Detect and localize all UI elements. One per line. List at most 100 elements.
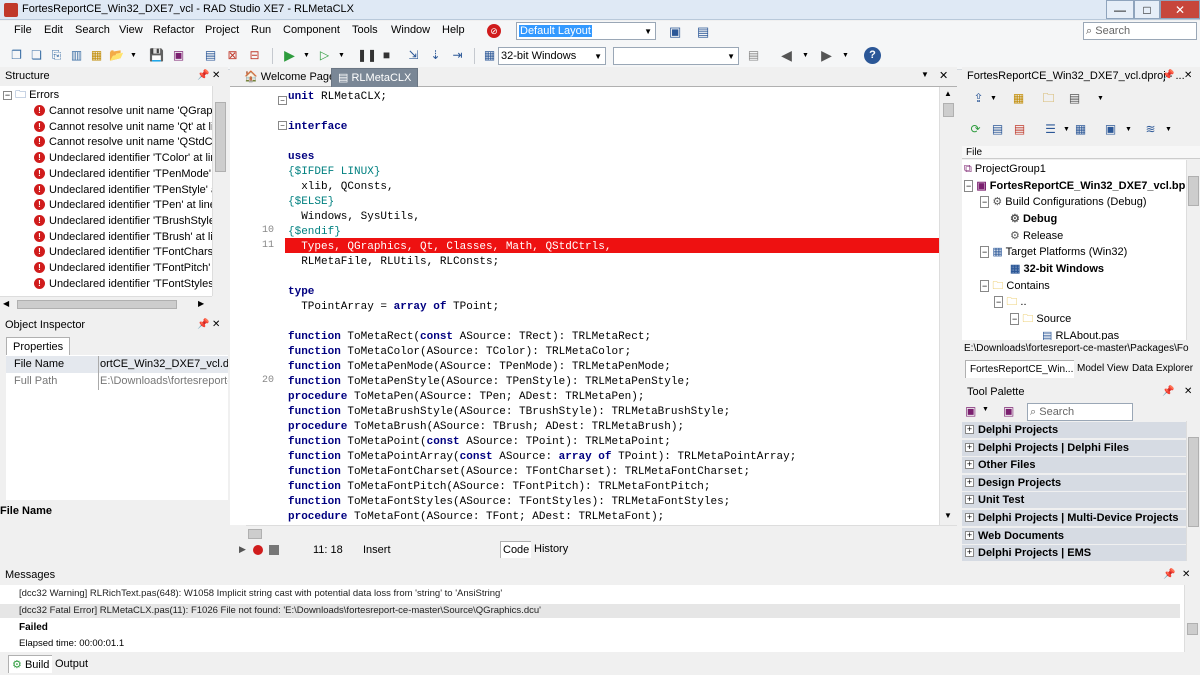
tab-model-view[interactable]: Model View xyxy=(1074,360,1132,378)
arrow-right-icon[interactable]: ▶ xyxy=(198,299,204,308)
tree-node-parent[interactable]: − 🗀 .. xyxy=(994,294,1027,310)
palette-search-input[interactable]: ⌕ Search xyxy=(1027,403,1133,421)
palette-group[interactable]: + Delphi Projects | Delphi Files xyxy=(962,439,1186,456)
arrow-left-icon[interactable]: ◀ xyxy=(3,299,9,308)
tree-node-debug[interactable]: ⚙ Debug xyxy=(1010,211,1057,227)
errors-node[interactable]: − 🗀 Errors xyxy=(3,87,59,103)
run-without-debug-icon[interactable]: ▷ xyxy=(316,47,333,64)
chevron-down-icon[interactable]: ▼ xyxy=(985,90,1002,107)
chevron-down-icon[interactable]: ▼ xyxy=(298,47,315,64)
fold-icon[interactable]: − xyxy=(278,121,287,130)
back-arrow-icon[interactable]: ◀ xyxy=(778,47,795,64)
add-icon[interactable]: ▦ xyxy=(1010,90,1027,107)
message-warning[interactable]: [dcc32 Warning] RLRichText.pas(648): W10… xyxy=(19,587,502,601)
view-icon[interactable]: ▤ xyxy=(1066,90,1083,107)
menu-run[interactable]: Run xyxy=(249,24,273,36)
tab-project[interactable]: FortesReportCE_Win... xyxy=(965,360,1079,378)
expand-icon[interactable]: + xyxy=(965,495,974,505)
menu-edit[interactable]: Edit xyxy=(42,24,65,36)
chevron-down-icon[interactable]: ▼ xyxy=(1092,90,1109,107)
layout-dropdown[interactable]: Default Layout ▼ xyxy=(516,22,656,40)
layout-settings-icon[interactable]: ▤ xyxy=(697,24,709,40)
message-elapsed[interactable]: Elapsed time: 00:00:01.1 xyxy=(19,637,124,651)
palette-group[interactable]: + Delphi Projects | Multi-Device Projects xyxy=(962,510,1186,526)
pin-icon[interactable]: 📌 xyxy=(1162,383,1174,401)
scrollbar-thumb[interactable] xyxy=(1187,623,1198,635)
scrollbar-thumb[interactable] xyxy=(17,300,177,309)
chevron-down-icon[interactable]: ▼ xyxy=(333,47,350,64)
scrollbar-thumb[interactable] xyxy=(943,103,954,117)
pin-icon[interactable]: 📌 xyxy=(197,67,209,85)
close-icon[interactable]: ✕ xyxy=(1184,383,1192,401)
scrollbar-thumb[interactable] xyxy=(215,102,226,172)
tab-output[interactable]: Output xyxy=(52,655,92,673)
menu-view[interactable]: View xyxy=(117,24,145,36)
palette-cursor-icon[interactable]: ▣ xyxy=(1003,404,1014,418)
tab-history[interactable]: History xyxy=(531,541,572,558)
menu-window[interactable]: Window xyxy=(389,24,432,36)
messages-scrollbar[interactable] xyxy=(1184,585,1200,652)
tree-node-contains[interactable]: − 🗀 Contains xyxy=(980,278,1050,294)
expand-icon[interactable]: + xyxy=(965,460,974,470)
chevron-down-icon[interactable]: ▼ xyxy=(837,47,854,64)
close-icon[interactable]: ✕ xyxy=(1184,67,1192,85)
menu-refactor[interactable]: Refactor xyxy=(151,24,197,36)
tree-node-build-configurations[interactable]: − ⚙ Build Configurations (Debug) xyxy=(980,194,1147,210)
expand-icon[interactable]: ▤ xyxy=(989,121,1006,138)
close-file-icon[interactable]: ⊟ xyxy=(246,47,263,64)
chevron-down-icon[interactable]: ▼ xyxy=(1160,121,1177,138)
compile-icon[interactable]: ≋ xyxy=(1142,121,1159,138)
collapse-icon[interactable]: − xyxy=(980,280,990,292)
property-row[interactable]: File Name ortCE_Win32_DXE7_vcl.dproj xyxy=(6,356,228,373)
open-icon[interactable]: ▦ xyxy=(88,47,105,64)
collapse-icon[interactable]: − xyxy=(980,196,990,208)
copy-icon[interactable]: ⎘ xyxy=(48,47,65,64)
structure-scrollbar[interactable] xyxy=(212,86,228,296)
close-icon[interactable]: ✕ xyxy=(212,316,220,334)
code-editor[interactable]: 10 11 20 − − unit RLMetaCLX; interface u… xyxy=(230,87,957,525)
tree-node-target-platforms[interactable]: − ▦ Target Platforms (Win32) xyxy=(980,244,1127,260)
tree-node-source[interactable]: − 🗀 Source xyxy=(1010,311,1071,327)
palette-group[interactable]: + Design Projects xyxy=(962,474,1186,491)
pin-icon[interactable]: 📌 xyxy=(1162,67,1174,85)
palette-group[interactable]: + Other Files xyxy=(962,457,1186,474)
close-icon[interactable]: ✕ xyxy=(212,67,220,85)
close-icon[interactable]: ✕ xyxy=(1182,566,1190,584)
minimize-button[interactable]: — xyxy=(1106,0,1134,19)
open-project-icon-2[interactable]: ▤ xyxy=(202,47,219,64)
forward-arrow-icon[interactable]: ▶ xyxy=(818,47,835,64)
palette-group[interactable]: + Delphi Projects xyxy=(962,422,1186,438)
tab-properties[interactable]: Properties xyxy=(6,337,71,355)
desktop-layout-icon[interactable]: ⊘ xyxy=(487,24,501,38)
pin-icon[interactable]: 📌 xyxy=(1163,566,1175,584)
menu-file[interactable]: File xyxy=(12,24,34,36)
arrow-up-icon[interactable]: ▲ xyxy=(944,89,952,98)
ide-search-input[interactable]: ⌕ Search xyxy=(1083,22,1197,40)
collapse-icon[interactable]: ▤ xyxy=(1011,121,1028,138)
editor-vscrollbar[interactable]: ▲ ▼ xyxy=(939,87,957,525)
tab-code[interactable]: Code xyxy=(500,541,533,558)
collapse-icon[interactable]: − xyxy=(980,246,990,258)
deploy-icon[interactable]: ▣ xyxy=(1102,121,1119,138)
message-failed[interactable]: Failed xyxy=(19,621,48,635)
scrollbar-thumb[interactable] xyxy=(1188,176,1199,206)
tree-node-release[interactable]: ⚙ Release xyxy=(1010,228,1063,244)
new-file-icon[interactable]: ❐ xyxy=(8,47,25,64)
collapse-icon[interactable]: − xyxy=(964,180,974,192)
collapse-icon[interactable]: − xyxy=(1010,313,1020,325)
arrow-down-icon[interactable]: ▼ xyxy=(944,511,952,520)
expand-icon[interactable]: + xyxy=(965,530,974,540)
tab-rlmetaclx[interactable]: ▤ RLMetaCLX xyxy=(331,68,419,87)
palette-group[interactable]: + Unit Test xyxy=(962,492,1186,509)
structure-hscrollbar[interactable]: ◀ ▶ xyxy=(0,296,212,311)
chevron-down-icon[interactable]: ▼ xyxy=(921,70,929,79)
property-row[interactable]: Full Path E:\Downloads\fortesreport- xyxy=(6,373,228,390)
tree-node-bpl[interactable]: − ▣ FortesReportCE_Win32_DXE7_vcl.bpl xyxy=(964,178,1188,194)
chevron-down-icon[interactable]: ▼ xyxy=(982,406,989,413)
tree-node-32bit[interactable]: ▦ 32-bit Windows xyxy=(1010,261,1104,277)
palette-scrollbar[interactable] xyxy=(1186,421,1200,561)
expand-icon[interactable]: + xyxy=(965,548,974,558)
menu-search[interactable]: Search xyxy=(73,24,112,36)
expand-icon[interactable]: + xyxy=(965,513,974,522)
menu-tools[interactable]: Tools xyxy=(350,24,380,36)
